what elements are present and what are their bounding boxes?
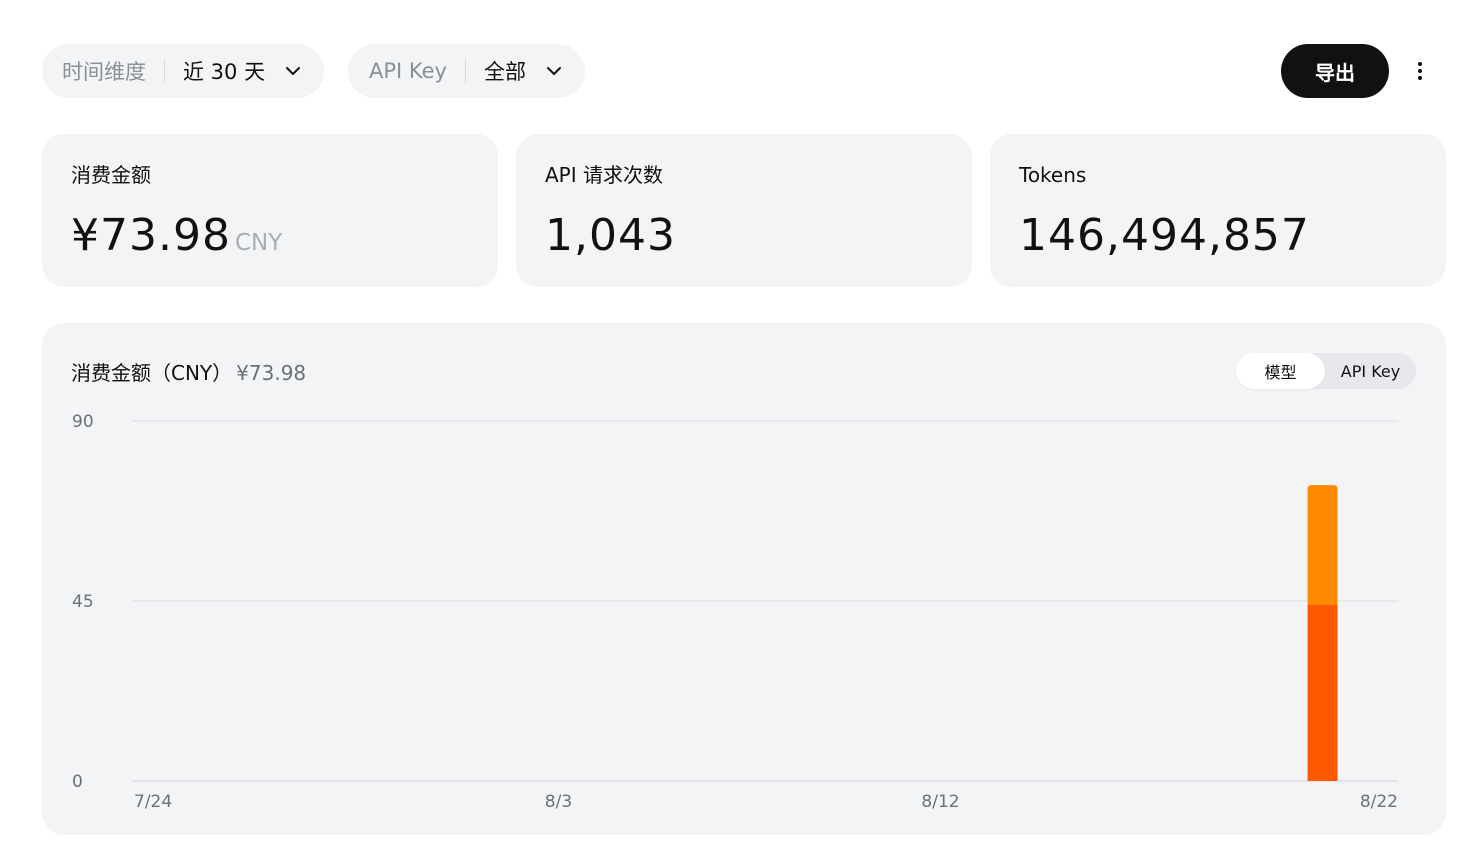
cost-label: 消费金额 [71, 163, 151, 187]
bar-segment-series-1 [1307, 605, 1338, 781]
cost-bar-chart: 0 45 90 7/24 8/3 8/12 8/22 [72, 412, 1398, 812]
time-range-label: 时间维度 [62, 60, 146, 84]
more-vertical-icon[interactable] [1407, 55, 1433, 87]
requests-label: API 请求次数 [545, 163, 663, 187]
requests-summary-card: API 请求次数 1,043 [516, 134, 972, 287]
y-tick-label: 45 [72, 592, 94, 612]
export-button[interactable]: 导出 [1281, 44, 1389, 98]
api-key-filter-value: 全部 [483, 60, 526, 84]
api-key-filter-label: API Key [369, 59, 447, 83]
tokens-label: Tokens [1019, 163, 1087, 187]
x-tick-label: 8/3 [545, 792, 572, 812]
chevron-down-icon [283, 61, 303, 81]
cost-summary-card: 消费金额 ¥73.98 CNY [42, 134, 498, 287]
x-tick-label: 8/22 [1360, 792, 1398, 812]
bar-segment-series-2 [1307, 485, 1338, 605]
cost-unit: CNY [234, 230, 283, 256]
x-tick-label: 8/12 [921, 792, 959, 812]
cost-chart-panel: 消费金额（CNY） ¥73.98 模型 API Key 0 45 90 7/24 8/3 8… [42, 323, 1446, 835]
time-range-value: 近 30 天 [183, 60, 266, 84]
filter-divider [164, 59, 165, 83]
api-key-filter[interactable]: API Key 全部 [348, 44, 585, 98]
x-tick-label: 7/24 [134, 792, 172, 812]
cost-value: ¥73.98 [71, 210, 231, 261]
toolbar: 时间维度 近 30 天 API Key 全部 导出 [42, 44, 1477, 98]
requests-value: 1,043 [545, 210, 676, 261]
chevron-down-icon [544, 61, 564, 81]
time-range-filter[interactable]: 时间维度 近 30 天 [42, 44, 324, 98]
y-tick-label: 90 [72, 412, 94, 432]
tokens-value: 146,494,857 [1019, 210, 1310, 261]
filter-divider [464, 59, 466, 83]
cost-value-row: ¥73.98 CNY [71, 208, 498, 271]
tokens-summary-card: Tokens 146,494,857 [990, 134, 1446, 287]
y-tick-label: 0 [72, 772, 83, 792]
